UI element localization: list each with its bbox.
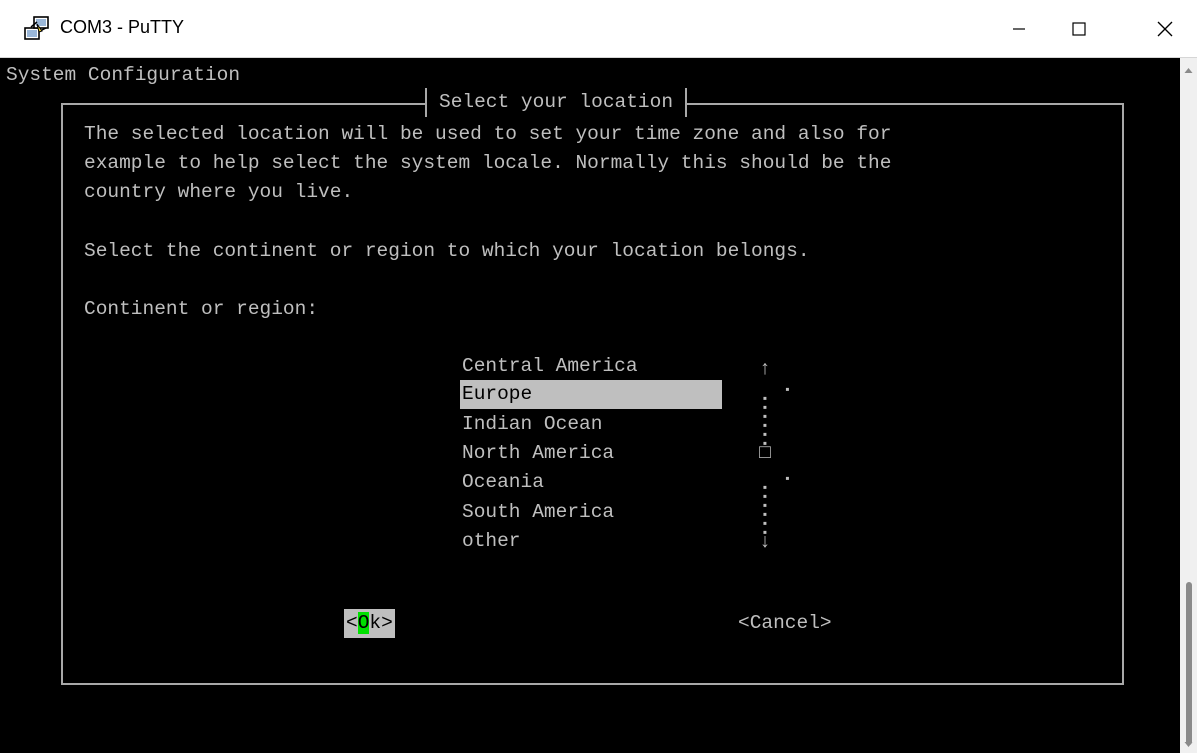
option-other[interactable]: other [460, 527, 722, 556]
ok-button[interactable]: <Ok> [344, 609, 395, 639]
option-north-america[interactable]: North America [460, 439, 722, 468]
window-title: COM3 - PuTTY [60, 17, 185, 37]
maximize-icon [1072, 22, 1086, 36]
description-line: country where you live. [84, 181, 354, 203]
minimize-icon [1013, 28, 1025, 30]
title-bar: COM3 - PuTTY [0, 0, 1197, 58]
option-south-america[interactable]: South America [460, 498, 722, 527]
description-line: The selected location will be used to se… [84, 123, 892, 145]
dialog-title: Select your location [425, 88, 688, 118]
list-scroll-thumb: □ [759, 442, 771, 464]
list-label: Continent or region: [84, 298, 319, 320]
close-icon [1157, 21, 1173, 37]
option-central-america[interactable]: Central America [460, 352, 722, 381]
maximize-button[interactable] [1050, 0, 1108, 58]
option-europe[interactable]: Europe [460, 380, 722, 409]
region-prompt: Select the continent or region to which … [84, 240, 810, 262]
minimize-button[interactable] [990, 0, 1048, 58]
description-line: example to help select the system locale… [84, 152, 892, 174]
option-oceania[interactable]: Oceania [460, 468, 722, 497]
putty-app-icon[interactable] [22, 14, 52, 44]
option-indian-ocean[interactable]: Indian Ocean [460, 410, 722, 439]
terminal-scrollbar[interactable] [1180, 58, 1197, 753]
screen-header: System Configuration [6, 64, 241, 86]
terminal-area[interactable]: System Configuration Select your locatio… [0, 58, 1180, 753]
close-button[interactable] [1136, 0, 1194, 58]
cancel-button[interactable]: <Cancel> [738, 609, 832, 638]
scroll-up-icon[interactable] [1184, 66, 1193, 75]
scroll-down-icon[interactable] [1184, 740, 1193, 749]
ok-hotkey: O [357, 612, 370, 634]
scrollbar-thumb[interactable] [1186, 582, 1192, 745]
list-scroll-down-arrow: ↓ [759, 531, 771, 553]
